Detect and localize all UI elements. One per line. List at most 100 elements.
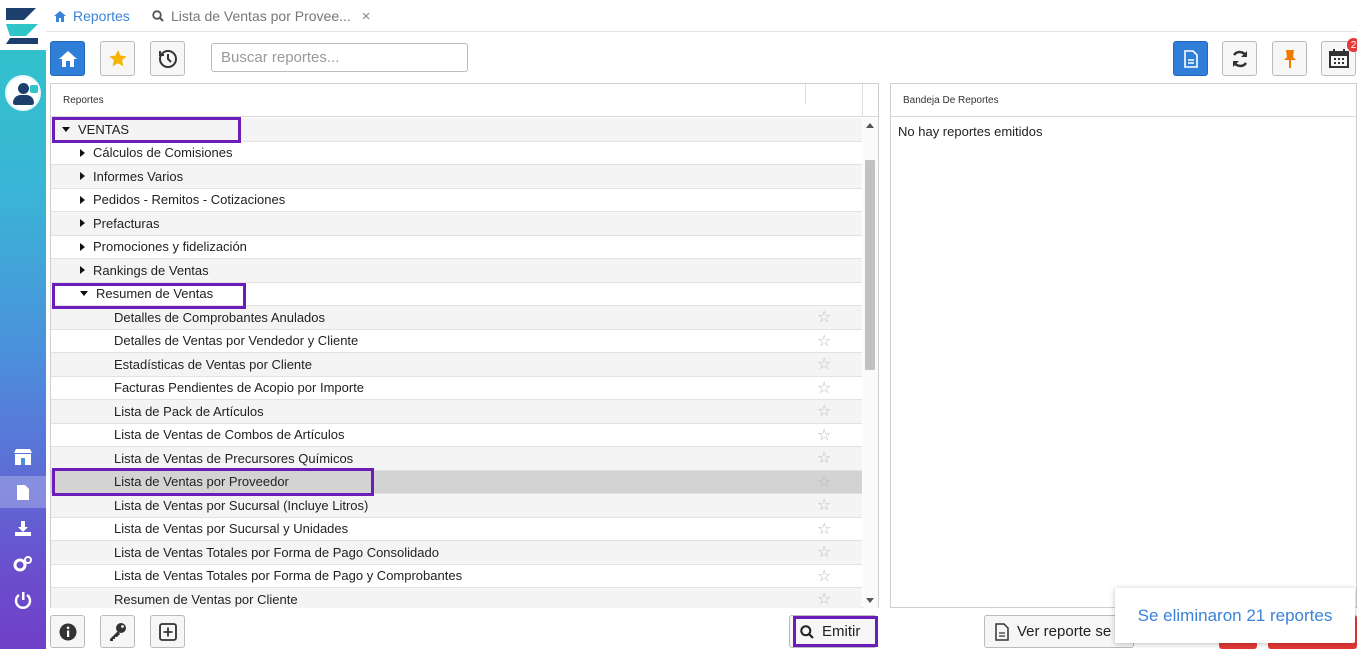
tree-item-label: Lista de Ventas por Sucursal y Unidades [114, 521, 349, 537]
tab-lista-ventas[interactable]: Lista de Ventas por Provee... × [152, 0, 371, 32]
app-logo[interactable] [0, 0, 46, 50]
tree-item-label: Pedidos - Remitos - Cotizaciones [93, 192, 286, 208]
favorite-star-icon[interactable]: ☆ [817, 307, 831, 327]
favorite-star-icon[interactable]: ☆ [817, 354, 831, 374]
emit-label: Emitir [822, 623, 861, 640]
tree-item-label: Resumen de Ventas por Cliente [114, 591, 298, 607]
caret-right-icon[interactable] [80, 195, 85, 204]
tree-group[interactable]: Rankings de Ventas [51, 259, 862, 283]
report-item[interactable]: Lista de Ventas por Sucursal y Unidades ☆ [51, 518, 862, 541]
tree-group[interactable]: VENTAS [51, 118, 862, 142]
tree-item-label: Facturas Pendientes de Acopio por Import… [114, 380, 365, 396]
report-item[interactable]: Lista de Ventas de Combos de Artículos ☆ [51, 424, 862, 447]
scroll-up-arrow[interactable] [866, 123, 874, 128]
tab-label: Lista de Ventas por Provee... [171, 8, 351, 24]
panel-title: Bandeja De Reportes [903, 95, 999, 106]
history-icon [158, 49, 177, 68]
favorite-star-icon[interactable]: ☆ [817, 542, 831, 562]
caret-right-icon[interactable] [80, 148, 85, 157]
tree-item-label: Informes Varios [93, 168, 184, 184]
report-item[interactable]: Lista de Ventas Totales por Forma de Pag… [51, 541, 862, 565]
report-item[interactable]: Estadísticas de Ventas por Cliente ☆ [51, 353, 862, 377]
report-item[interactable]: Lista de Ventas por Sucursal (Incluye Li… [51, 494, 862, 518]
notification-toast: Se eliminaron 21 reportes [1115, 588, 1355, 643]
emit-button[interactable]: Emitir [789, 615, 877, 648]
favorite-star-icon[interactable]: ☆ [817, 378, 831, 398]
favorite-star-icon[interactable]: ☆ [817, 589, 831, 608]
view-report-button[interactable]: Ver reporte se [984, 615, 1134, 648]
search-icon [152, 10, 164, 22]
pin-button[interactable] [1272, 41, 1307, 76]
info-button[interactable] [50, 615, 85, 648]
tree-group[interactable]: Resumen de Ventas [51, 283, 862, 306]
favorite-star-icon[interactable]: ☆ [817, 331, 831, 351]
search-input[interactable]: Buscar reportes... [211, 43, 468, 72]
tree-group[interactable]: Promociones y fidelización [51, 236, 862, 259]
tree-item-label: Rankings de Ventas [93, 262, 209, 278]
tab-reportes[interactable]: Reportes [54, 0, 130, 32]
favorite-star-icon[interactable]: ☆ [817, 425, 831, 445]
caret-right-icon[interactable] [80, 242, 85, 251]
report-tray-panel: Bandeja De Reportes No hay reportes emit… [890, 83, 1357, 608]
favorites-button[interactable] [100, 41, 135, 76]
report-item[interactable]: Resumen de Ventas por Cliente ☆ [51, 588, 862, 608]
document-icon [1183, 49, 1198, 68]
report-item[interactable]: Lista de Pack de Artículos ☆ [51, 400, 862, 424]
home-button[interactable] [50, 41, 85, 76]
favorite-star-icon[interactable]: ☆ [817, 472, 831, 492]
tree-item-label: Detalles de Comprobantes Anulados [114, 309, 326, 325]
download-icon[interactable] [0, 512, 46, 544]
reports-view-button[interactable] [1173, 41, 1208, 76]
caret-right-icon[interactable] [80, 219, 85, 228]
tree-item-label: Resumen de Ventas [96, 286, 214, 302]
close-icon[interactable]: × [362, 8, 371, 25]
favorite-star-icon[interactable]: ☆ [817, 566, 831, 586]
refresh-button[interactable] [1222, 41, 1257, 76]
tree-item-label: Detalles de Ventas por Vendedor y Client… [114, 333, 359, 349]
report-item[interactable]: Facturas Pendientes de Acopio por Import… [51, 377, 862, 400]
panel-title: Reportes [63, 95, 104, 106]
caret-right-icon[interactable] [80, 266, 85, 275]
tab-strip: Reportes Lista de Ventas por Provee... × [46, 0, 1357, 32]
report-item[interactable]: Lista de Ventas Totales por Forma de Pag… [51, 565, 862, 588]
empty-tray-message: No hay reportes emitidos [898, 124, 1043, 139]
scroll-thumb[interactable] [865, 160, 875, 370]
tree-item-label: Lista de Pack de Artículos [114, 403, 264, 419]
caret-down-icon[interactable] [62, 126, 70, 132]
info-icon [59, 623, 76, 640]
tree-scrollbar[interactable] [863, 118, 878, 608]
tree-group[interactable]: Prefacturas [51, 212, 862, 236]
status-dot [30, 85, 38, 93]
caret-right-icon[interactable] [80, 172, 85, 181]
reports-nav-icon[interactable] [0, 476, 46, 508]
column-divider [862, 84, 863, 117]
tree-item-label: Prefacturas [93, 215, 160, 231]
history-button[interactable] [150, 41, 185, 76]
favorite-star-icon[interactable]: ☆ [817, 448, 831, 468]
favorite-star-icon[interactable]: ☆ [817, 495, 831, 515]
column-divider [805, 84, 806, 104]
scroll-down-arrow[interactable] [866, 598, 874, 603]
report-item[interactable]: Lista de Ventas por Proveedor ☆ [51, 470, 862, 494]
tree-item-label: Lista de Ventas por Proveedor [114, 474, 289, 490]
calendar-icon [1328, 49, 1349, 68]
settings-icon[interactable] [0, 548, 46, 580]
permissions-button[interactable] [100, 615, 135, 648]
tree-item-label: Cálculos de Comisiones [93, 145, 233, 161]
calendar-button[interactable]: 2 [1321, 38, 1357, 76]
tree-group[interactable]: Informes Varios [51, 165, 862, 189]
add-button[interactable] [150, 615, 185, 648]
power-icon[interactable] [0, 584, 46, 616]
favorite-star-icon[interactable]: ☆ [817, 519, 831, 539]
report-item[interactable]: Detalles de Comprobantes Anulados ☆ [51, 306, 862, 330]
store-icon[interactable] [0, 441, 46, 473]
tree-group[interactable]: Pedidos - Remitos - Cotizaciones [51, 189, 862, 212]
report-item[interactable]: Detalles de Ventas por Vendedor y Client… [51, 330, 862, 353]
favorite-star-icon[interactable]: ☆ [817, 401, 831, 421]
user-avatar[interactable] [5, 75, 41, 111]
caret-down-icon[interactable] [80, 291, 88, 297]
tree-item-label: Estadísticas de Ventas por Cliente [114, 356, 313, 372]
tree-group[interactable]: Cálculos de Comisiones [51, 142, 862, 165]
report-item[interactable]: Lista de Ventas de Precursores Químicos ☆ [51, 447, 862, 471]
tree-item-label: Lista de Ventas de Precursores Químicos [114, 450, 354, 466]
